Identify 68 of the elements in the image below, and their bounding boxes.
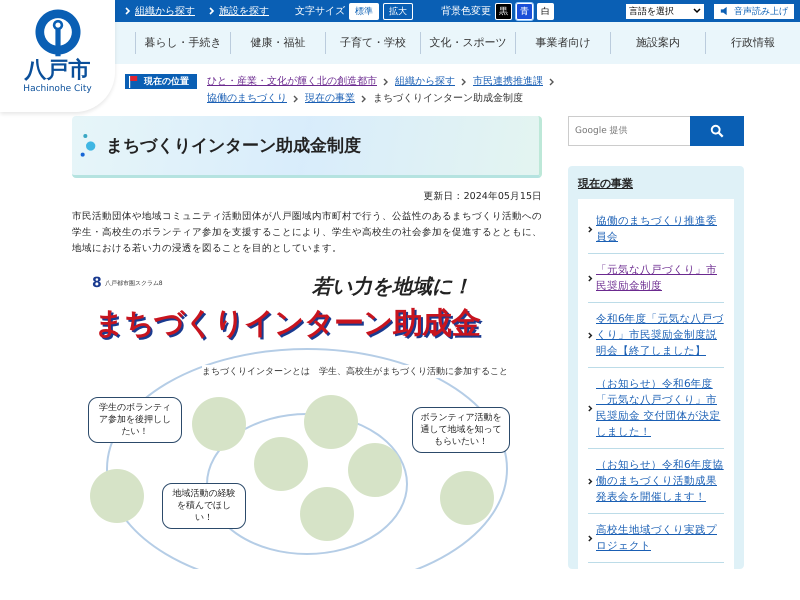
- sidebar-link[interactable]: （お知らせ）令和6年度「元気な八戸づくり」市民奨励金 交付団体が決定しました！: [596, 376, 724, 440]
- breadcrumb-link[interactable]: 現在の事業: [305, 91, 355, 106]
- background-color-button[interactable]: 青: [516, 2, 533, 20]
- dropdown-caret-icon: [693, 8, 701, 14]
- sidebar-link[interactable]: 高校生地域づくり実践プロジェクト: [596, 522, 724, 554]
- current-location-label: 現在の位置: [125, 74, 197, 89]
- breadcrumb-link[interactable]: 市民連携推進課: [473, 74, 543, 89]
- flag-icon: [128, 76, 138, 88]
- chevron-icon: [588, 332, 593, 338]
- updated-date: 更新日：2024年05月15日: [422, 190, 542, 203]
- speech-bubble: 学生のボランティア参加を後押ししたい！: [88, 397, 182, 443]
- breadcrumb-link[interactable]: ひと・産業・文化が輝く北の創造都市: [207, 74, 377, 89]
- city-name-romaji: Hachinohe City: [23, 84, 92, 94]
- speech-bubble: ボランティア活動を通して地域を知ってもらいたい！: [412, 407, 510, 453]
- page-title: まちづくりインターン助成金制度: [106, 135, 361, 157]
- chevron-icon: [588, 274, 593, 282]
- nav-menu-item[interactable]: 文化・スポーツ: [420, 32, 515, 54]
- avatar-circle: [254, 437, 308, 491]
- nav-menu-item[interactable]: 施設案内: [610, 32, 705, 54]
- city-logo[interactable]: 八戸市 Hachinohe City: [0, 0, 115, 112]
- chevron-icon: [588, 534, 593, 542]
- background-color-button[interactable]: 白: [537, 2, 554, 20]
- poster-subline: まちづくりインターンとは 学生、高校生がまちづくり活動に参加すること: [202, 365, 508, 378]
- chevron-icon: [293, 94, 299, 102]
- sidebar-link[interactable]: 「元気な八戸づくり」市民奨励金制度: [596, 262, 724, 294]
- chevron-icon: [361, 94, 367, 102]
- breadcrumb-link[interactable]: 組織から探す: [395, 74, 455, 89]
- font-size-button[interactable]: 拡大: [383, 2, 413, 20]
- utility-link[interactable]: 施設を探す: [219, 4, 269, 18]
- chevron-icon: [588, 226, 593, 232]
- breadcrumb-current: まちづくりインターン助成金制度: [373, 92, 523, 106]
- avatar-circle: [300, 487, 354, 541]
- search-button[interactable]: [690, 116, 744, 146]
- sidebar-link[interactable]: 令和6年度「元気な八戸づくり」市民奨励金制度説明会【終了しました】: [596, 311, 724, 359]
- font-size-button[interactable]: 標準: [349, 2, 379, 20]
- avatar-circle: [192, 397, 246, 451]
- chevron-icon: [549, 78, 555, 86]
- poster-headline: まちづくりインターン助成金: [94, 305, 480, 343]
- chevron-icon: [588, 404, 593, 412]
- city-name: 八戸市: [24, 58, 90, 84]
- utility-link[interactable]: 組織から探す: [135, 4, 195, 18]
- background-color-button[interactable]: 黒: [495, 2, 512, 20]
- language-select[interactable]: 言語を選択: [626, 4, 704, 18]
- search-field[interactable]: Google 提供: [568, 116, 690, 146]
- nav-menu-item[interactable]: 健康・福祉: [230, 32, 325, 54]
- nav-menu-item[interactable]: 行政情報: [705, 32, 800, 54]
- sidebar-link[interactable]: 協働のまちづくり推進委員会: [596, 213, 724, 245]
- intro-paragraph: 市民活動団体や地域コミュニティ活動団体が八戸圏域内市町村で行う、公益性のあるまちづくり活動への学生・高校生のボランティア参加を支援することにより、学生や高校生の社会参加を促進するとともに、地域における若い力の浸透を図ることを目的としています。: [72, 210, 542, 256]
- chevron-icon: [209, 7, 215, 15]
- font-size-label: 文字サイズ: [295, 4, 345, 18]
- nav-menu-item[interactable]: 暮らし・手続き: [135, 32, 230, 54]
- breadcrumb-link[interactable]: 協働のまちづくり: [207, 91, 287, 106]
- chevron-icon: [588, 478, 593, 484]
- nav-menu-item[interactable]: 事業者向け: [515, 32, 610, 54]
- avatar-circle: [348, 443, 402, 497]
- chevron-icon: [125, 7, 131, 15]
- nav-menu-item[interactable]: 子育て・学校: [325, 32, 420, 54]
- sidebar-link[interactable]: （お知らせ）令和6年度協働のまちづくり活動成果発表会を開催します！: [596, 457, 724, 505]
- read-aloud-button[interactable]: 音声読み上げ: [714, 4, 794, 18]
- poster-catchphrase: 若い力を地域に！: [312, 273, 472, 300]
- chevron-icon: [383, 78, 389, 86]
- avatar-circle: [440, 471, 494, 525]
- chevron-icon: [461, 78, 467, 86]
- background-color-label: 背景色変更: [441, 4, 491, 18]
- speech-bubble: 地域活動の経験を積んでほしい！: [162, 483, 246, 529]
- search-icon: [710, 124, 724, 138]
- avatar-circle: [304, 395, 358, 449]
- sidebar-title: 現在の事業: [578, 176, 634, 191]
